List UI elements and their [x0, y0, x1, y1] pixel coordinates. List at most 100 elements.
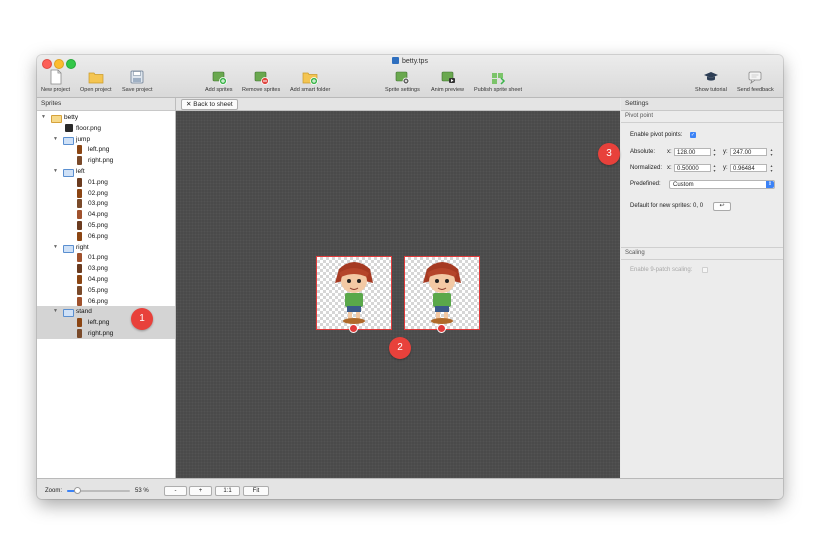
sprite-tree-label: 05.png — [88, 222, 108, 229]
absolute-y-input[interactable]: 247.00 — [730, 148, 767, 156]
sprite-tree-file[interactable]: 01.png — [37, 252, 175, 263]
sprites-panel-header: Sprites — [37, 98, 175, 111]
titlebar: betty.tps New project Open project Save … — [37, 55, 783, 98]
zoom-slider-knob[interactable] — [74, 487, 82, 494]
graduation-cap-icon — [703, 72, 718, 81]
disclosure-triangle-icon[interactable]: ▼ — [53, 134, 58, 145]
disclosure-triangle-icon[interactable]: ▼ — [53, 242, 58, 253]
sprite-tree-file[interactable]: 03.png — [37, 263, 175, 274]
folder-icon — [63, 136, 74, 145]
absolute-x-stepper[interactable]: ▴ ▾ — [712, 147, 717, 157]
canvas-toolbar: ✕ Back to sheet — [176, 98, 620, 111]
save-project-button[interactable]: Save project — [122, 69, 153, 93]
sprite-tree-file[interactable]: 06.png — [37, 296, 175, 307]
new-document-icon — [50, 69, 61, 85]
chevron-updown-icon: ⇕ — [766, 181, 774, 188]
remove-sprites-button[interactable]: Remove sprites — [242, 69, 280, 93]
sprite-tree-label: left.png — [88, 146, 110, 154]
sprite-settings-icon — [396, 71, 410, 85]
sprite-tree-label: right.png — [88, 157, 114, 165]
sprite-tree-folder[interactable]: ▼ left — [37, 166, 175, 177]
callout-badge-3: 3 — [598, 143, 620, 165]
sprite-tree-folder[interactable]: ▼ jump — [37, 134, 175, 145]
default-pivot-label: Default for new sprites: 0, 0 — [630, 203, 704, 209]
sprite-tree-file[interactable]: floor.png — [37, 123, 175, 134]
divider — [621, 122, 783, 123]
sprite-tree-label: floor.png — [76, 124, 101, 132]
betty-character-icon — [335, 262, 373, 324]
sprite-tree-file[interactable]: 04.png — [37, 274, 175, 285]
sprite-canvas[interactable]: ✕ Back to sheet — [176, 98, 620, 478]
send-feedback-button[interactable]: Send feedback — [737, 69, 774, 93]
enable-pivot-checkbox[interactable]: ✓ — [690, 132, 696, 138]
sprite-tree-file[interactable]: 06.png — [37, 231, 175, 242]
sprite-tree-folder[interactable]: ▼ right — [37, 242, 175, 253]
back-to-sheet-button[interactable]: ✕ Back to sheet — [181, 99, 238, 110]
sprite-tree-file[interactable]: 04.png — [37, 209, 175, 220]
sprite-settings-button[interactable]: Sprite settings — [385, 69, 420, 93]
absolute-x-input[interactable]: 128.00 — [674, 148, 711, 156]
sprite-tree-file[interactable]: 01.png — [37, 177, 175, 188]
zoom-fit-button[interactable]: Fit — [243, 486, 269, 496]
sprite-tree-folder[interactable]: ▼ betty — [37, 112, 175, 123]
pivot-section-title: Pivot point — [625, 113, 654, 119]
normalized-x-stepper[interactable]: ▴ ▾ — [712, 163, 717, 173]
sprite-tree-label: 03.png — [88, 265, 108, 273]
image-file-icon — [77, 210, 82, 220]
sprite-tree-file[interactable]: left.png — [37, 317, 175, 329]
sprite-tree-file[interactable]: 02.png — [37, 188, 175, 199]
sprite-tree-file[interactable]: right.png — [37, 155, 175, 166]
pivot-point-marker[interactable] — [349, 324, 358, 333]
normalized-x-input[interactable]: 0.50000 — [674, 164, 711, 172]
open-project-button[interactable]: Open project — [80, 69, 112, 93]
nine-patch-checkbox[interactable] — [702, 267, 708, 273]
sprites-panel: Sprites ▼ betty floor.png ▼ jump left.png righ… — [37, 98, 176, 478]
sprite-tree-label: 04.png — [88, 276, 108, 283]
absolute-y-stepper[interactable]: ▴ ▾ — [769, 147, 774, 157]
show-tutorial-button[interactable]: Show tutorial — [695, 69, 727, 93]
zoom-actual-size-button[interactable]: 1:1 — [215, 486, 240, 496]
sprite-tree-file[interactable]: 05.png — [37, 285, 175, 296]
sprite-tree-file[interactable]: 05.png — [37, 220, 175, 231]
sprite-tree-label: 02.png — [88, 189, 108, 197]
add-sprites-button[interactable]: Add sprites — [205, 69, 233, 93]
disclosure-triangle-icon[interactable]: ▼ — [41, 112, 46, 123]
sprite-tree-folder[interactable]: ▼ stand — [37, 306, 175, 318]
zoom-value: 53 % — [135, 488, 149, 494]
pivot-point-marker[interactable] — [437, 324, 446, 333]
zoom-out-button[interactable]: - — [164, 486, 187, 496]
enable-pivot-label: Enable pivot points: — [630, 132, 683, 138]
normalized-y-stepper[interactable]: ▴ ▾ — [769, 163, 774, 173]
disclosure-triangle-icon[interactable]: ▼ — [53, 306, 58, 317]
normalized-label: Normalized: — [630, 165, 663, 171]
anim-preview-button[interactable]: Anim preview — [431, 69, 464, 93]
new-project-button[interactable]: New project — [41, 69, 70, 93]
zoom-in-button[interactable]: + — [189, 486, 212, 496]
sprite-tree-file[interactable]: right.png — [37, 328, 175, 339]
sprite-tree-label: right.png — [88, 330, 114, 337]
disclosure-triangle-icon[interactable]: ▼ — [53, 166, 58, 177]
add-smart-folder-button[interactable]: Add smart folder — [290, 69, 330, 93]
publish-sprite-sheet-button[interactable]: Publish sprite sheet — [474, 69, 522, 93]
image-file-icon — [77, 221, 82, 230]
normalized-y-label: y: — [723, 165, 728, 171]
publish-icon — [492, 73, 506, 85]
sprite-tree-label: betty — [64, 114, 79, 121]
sprite-preview-left[interactable] — [316, 256, 392, 333]
image-file-icon — [77, 264, 82, 274]
sprite-tree-file[interactable]: left.png — [37, 144, 175, 155]
folder-icon — [63, 244, 74, 253]
sprite-preview-right[interactable] — [404, 256, 480, 333]
normalized-y-input[interactable]: 0.96484 — [730, 164, 767, 172]
callout-badge-2: 2 — [389, 337, 411, 359]
sprite-tree-file[interactable]: 03.png — [37, 198, 175, 209]
reset-default-button[interactable]: ↩ — [713, 202, 731, 211]
window-title: betty.tps — [37, 57, 783, 65]
sprite-tree-label: left — [76, 168, 85, 175]
predefined-select[interactable]: Custom ⇕ — [669, 180, 775, 189]
sprite-tree-label: 06.png — [88, 297, 108, 305]
sprite-tree-label: 01.png — [88, 254, 108, 262]
speech-bubble-icon — [748, 71, 762, 85]
image-file-icon — [77, 285, 82, 295]
folder-icon — [63, 309, 74, 318]
